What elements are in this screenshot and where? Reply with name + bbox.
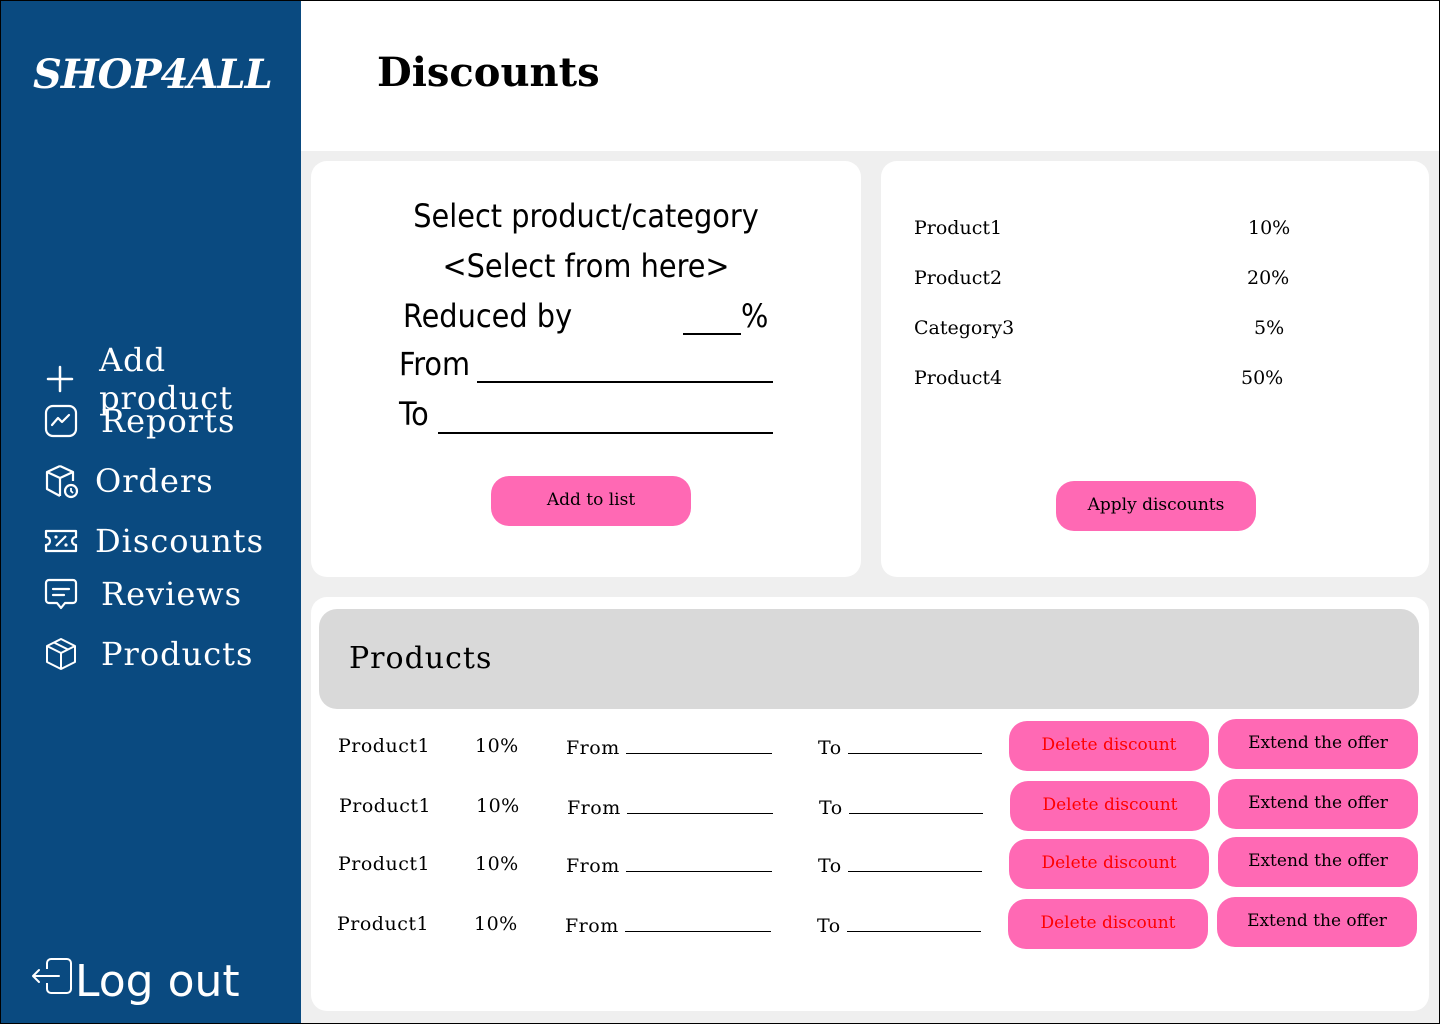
- app-frame: SHOP4ALL Add product Reports Orders Disc…: [0, 0, 1440, 1024]
- extend-offer-button[interactable]: Extend the offer: [1218, 837, 1418, 887]
- delete-discount-button[interactable]: Delete discount: [1009, 721, 1209, 771]
- row-to-label: To: [818, 737, 842, 759]
- sidebar-item-discounts[interactable]: Discounts: [41, 521, 264, 561]
- delete-discount-button[interactable]: Delete discount: [1010, 781, 1210, 831]
- reduced-by-field[interactable]: %: [683, 297, 768, 335]
- sidebar-item-reports[interactable]: Reports: [41, 401, 235, 441]
- list-item-value: 50%: [1241, 367, 1284, 389]
- brand-logo[interactable]: SHOP4ALL: [33, 51, 273, 98]
- pending-discounts-card: Product1 10% Product2 20% Category3 5% P…: [881, 161, 1429, 577]
- sidebar-item-reviews[interactable]: Reviews: [41, 574, 242, 614]
- list-item-name: Product4: [914, 367, 1003, 389]
- row-to-label: To: [817, 915, 841, 937]
- row-discount: 10%: [474, 913, 518, 935]
- to-label: To: [399, 395, 429, 433]
- page-header: Discounts: [301, 1, 1439, 151]
- row-discount: 10%: [476, 795, 520, 817]
- row-from-input[interactable]: [626, 795, 773, 814]
- logout-button[interactable]: Log out: [29, 953, 240, 1010]
- extend-offer-button[interactable]: Extend the offer: [1217, 897, 1417, 947]
- row-from: From: [566, 853, 772, 877]
- row-from-label: From: [566, 855, 620, 877]
- row-from-label: From: [566, 737, 620, 759]
- discount-form-card: Select product/category <Select from her…: [311, 161, 861, 577]
- logout-label: Log out: [75, 956, 240, 1007]
- delete-discount-button[interactable]: Delete discount: [1008, 899, 1208, 949]
- sidebar-item-orders[interactable]: Orders: [41, 461, 214, 501]
- row-from-input[interactable]: [625, 853, 772, 872]
- product-category-select[interactable]: <Select from here>: [311, 247, 861, 285]
- row-to-label: To: [818, 855, 842, 877]
- chart-line-icon: [41, 401, 81, 441]
- list-item-value: 20%: [1247, 267, 1290, 289]
- package-clock-icon: [41, 461, 81, 501]
- row-to-input[interactable]: [847, 853, 982, 872]
- row-to-input[interactable]: [847, 735, 982, 754]
- row-product-name: Product1: [338, 853, 431, 875]
- row-to: To: [819, 795, 983, 819]
- row-from: From: [565, 913, 771, 937]
- add-to-list-button[interactable]: Add to list: [491, 476, 691, 526]
- row-from: From: [566, 735, 772, 759]
- row-from: From: [567, 795, 773, 819]
- plus-icon: [41, 359, 79, 399]
- row-product-name: Product1: [339, 795, 432, 817]
- extend-offer-button[interactable]: Extend the offer: [1218, 779, 1418, 829]
- reduced-by-label: Reduced by: [403, 297, 573, 335]
- row-from-label: From: [567, 797, 621, 819]
- sidebar-item-products[interactable]: Products: [41, 634, 253, 674]
- discount-ticket-icon: [41, 521, 81, 561]
- percent-sign: %: [741, 297, 769, 335]
- sidebar: SHOP4ALL Add product Reports Orders Disc…: [1, 1, 301, 1023]
- select-label: Select product/category: [413, 197, 759, 235]
- row-to-input[interactable]: [848, 795, 983, 814]
- logout-icon: [29, 953, 75, 1010]
- row-to: To: [818, 853, 982, 877]
- row-from-label: From: [565, 915, 619, 937]
- to-date-input[interactable]: [438, 404, 773, 434]
- row-discount: 10%: [475, 735, 519, 757]
- row-from-input[interactable]: [625, 735, 772, 754]
- sidebar-item-label: Orders: [95, 462, 214, 500]
- list-item-name: Product1: [914, 217, 1003, 239]
- sidebar-item-label: Reports: [101, 402, 236, 440]
- sidebar-item-label: Products: [101, 635, 254, 673]
- list-item-name: Category3: [914, 317, 1015, 339]
- row-from-input[interactable]: [624, 913, 771, 932]
- delete-discount-button[interactable]: Delete discount: [1009, 839, 1209, 889]
- row-product-name: Product1: [338, 735, 431, 757]
- row-product-name: Product1: [337, 913, 430, 935]
- row-discount: 10%: [475, 853, 519, 875]
- message-icon: [41, 574, 81, 614]
- list-item-value: 5%: [1254, 317, 1285, 339]
- list-item-value: 10%: [1248, 217, 1291, 239]
- products-header: Products: [319, 609, 1419, 709]
- from-label: From: [399, 345, 471, 383]
- apply-discounts-button[interactable]: Apply discounts: [1056, 481, 1256, 531]
- box-icon: [41, 634, 81, 674]
- products-card: Products Product1 10% From To Delete dis…: [311, 597, 1429, 1011]
- percent-input-line[interactable]: [683, 305, 741, 335]
- extend-offer-button[interactable]: Extend the offer: [1218, 719, 1418, 769]
- sidebar-item-label: Discounts: [95, 522, 264, 560]
- from-date-input[interactable]: [477, 353, 773, 383]
- row-to-input[interactable]: [846, 913, 981, 932]
- products-heading: Products: [349, 641, 493, 676]
- row-to: To: [818, 735, 982, 759]
- list-item-name: Product2: [914, 267, 1003, 289]
- sidebar-item-label: Reviews: [101, 575, 243, 613]
- row-to: To: [817, 913, 981, 937]
- page-title: Discounts: [377, 49, 600, 96]
- row-to-label: To: [819, 797, 843, 819]
